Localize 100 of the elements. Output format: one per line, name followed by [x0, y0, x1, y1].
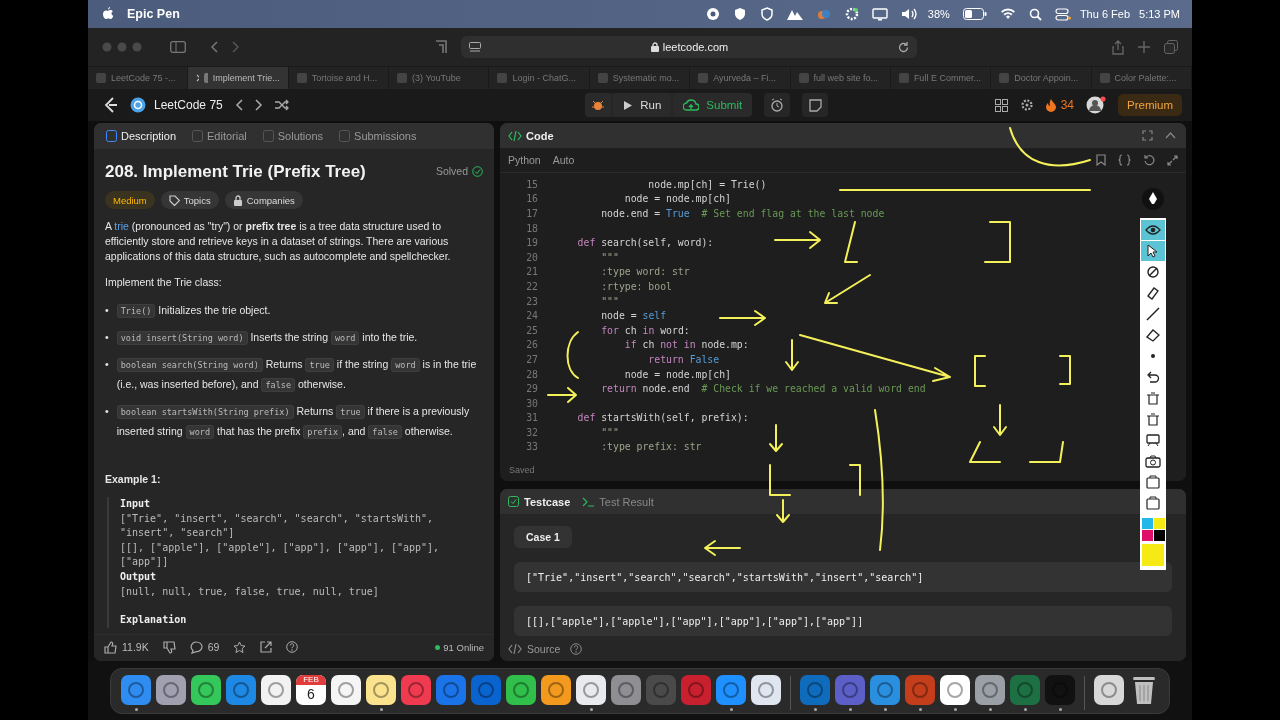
shield-icon[interactable]: [732, 7, 747, 21]
color-swatch[interactable]: [1153, 518, 1165, 529]
line-number: 22: [525, 280, 539, 292]
share-icon[interactable]: [1112, 39, 1124, 55]
calendar-icon[interactable]: FEB 6: [296, 674, 326, 705]
previous-icon[interactable]: [234, 99, 243, 111]
pen-nib-icon[interactable]: [1142, 188, 1164, 210]
premium-button[interactable]: Premium: [1118, 94, 1182, 116]
class-heading: Implement the Trie class:: [105, 275, 223, 290]
sidebar-icon[interactable]: [170, 41, 186, 53]
battery-icon[interactable]: [962, 8, 987, 20]
current-color-swatch[interactable]: [1142, 544, 1164, 566]
code-icon: [508, 130, 522, 141]
page-menu-icon[interactable]: [469, 41, 481, 53]
expand-icon[interactable]: [1167, 154, 1178, 166]
shuffle-icon[interactable]: [274, 99, 289, 111]
trash-icon[interactable]: [1132, 674, 1156, 705]
testcase-tab[interactable]: Testcase: [508, 495, 571, 508]
cursor-tool-button[interactable]: [1141, 241, 1165, 261]
app-icon[interactable]: [366, 674, 396, 705]
collapse-icon[interactable]: [1165, 132, 1176, 139]
problem-tab[interactable]: Solutions: [256, 130, 330, 142]
active-app-name[interactable]: Epic Pen: [127, 7, 180, 21]
study-plan-title[interactable]: LeetCode 75: [154, 98, 223, 112]
app-icon[interactable]: [940, 674, 970, 705]
submit-button[interactable]: Submit: [673, 93, 753, 117]
list-bullet: •: [105, 357, 109, 372]
checkbox-icon: [508, 496, 519, 507]
case-tab[interactable]: Case 1: [514, 526, 572, 548]
app-icon[interactable]: [576, 674, 606, 705]
code-line: for ch in word:: [600, 324, 690, 336]
testcase-input-field[interactable]: ["Trie","insert","search","search","startsWith","insert","search"]: [514, 562, 1172, 592]
dislike-button[interactable]: [162, 640, 176, 654]
app-icon[interactable]: [191, 674, 221, 705]
problem-tab[interactable]: Description: [100, 130, 183, 142]
reset-icon[interactable]: [1143, 154, 1155, 166]
menu-bar-date[interactable]: Thu 6 Feb: [1079, 8, 1131, 20]
color-swatch[interactable]: [1141, 530, 1153, 541]
debug-button[interactable]: [585, 93, 612, 117]
color-swatch[interactable]: [1141, 518, 1153, 529]
app-icon[interactable]: [751, 674, 781, 705]
bookmark-icon[interactable]: [1096, 154, 1106, 166]
eye-tool-button[interactable]: [1141, 220, 1165, 240]
run-button[interactable]: Run: [613, 93, 672, 117]
app-icon[interactable]: [156, 674, 186, 705]
line-number: 29: [525, 383, 539, 395]
timer-button[interactable]: [764, 93, 791, 117]
layout-icon[interactable]: [994, 98, 1008, 112]
auto-mode[interactable]: Auto: [552, 154, 575, 166]
problem-tab[interactable]: Submissions: [333, 130, 423, 142]
app-icon[interactable]: [506, 674, 536, 705]
back-icon[interactable]: [210, 41, 218, 53]
ink-arrow: [776, 499, 790, 523]
ink-arrow: [769, 424, 783, 452]
shield-icon[interactable]: [759, 7, 774, 21]
notes-button[interactable]: [802, 93, 829, 117]
share-icon[interactable]: [260, 641, 273, 653]
display-icon[interactable]: [871, 7, 888, 21]
braces-icon[interactable]: [1118, 154, 1131, 166]
help-icon[interactable]: [570, 643, 583, 655]
maximize-icon[interactable]: [1142, 130, 1153, 141]
trie-link[interactable]: trie: [114, 220, 129, 232]
testcase-tab[interactable]: Test Result: [582, 495, 654, 508]
language-selector[interactable]: Python: [508, 154, 541, 166]
search-icon[interactable]: [1028, 7, 1042, 21]
browser-tab[interactable]: Implement Trie...: [188, 67, 289, 89]
address-bar[interactable]: leetcode.com: [461, 36, 917, 58]
avatar-icon[interactable]: [1086, 96, 1106, 114]
close-icon[interactable]: [196, 74, 200, 82]
ink-arrow: [824, 274, 871, 304]
app-icon[interactable]: [541, 674, 571, 705]
tab-overview-icon[interactable]: [1164, 40, 1178, 54]
app-icon[interactable]: [331, 674, 361, 705]
record-icon[interactable]: [705, 7, 720, 21]
next-icon[interactable]: [254, 99, 263, 111]
apple-icon[interactable]: [102, 7, 114, 21]
volume-icon[interactable]: [900, 7, 919, 21]
comments-button[interactable]: 69: [189, 640, 220, 654]
like-button[interactable]: 11.9K: [104, 640, 149, 654]
testcase-input-field[interactable]: [[],["apple"],["apple"],["app"],["app"],["app"],["app"]]: [514, 606, 1172, 636]
new-tab-icon[interactable]: [1138, 41, 1150, 53]
app-icon[interactable]: [261, 674, 291, 705]
wifi-icon[interactable]: [999, 8, 1016, 20]
menu-bar-time[interactable]: 5:13 PM: [1139, 8, 1180, 20]
mountain-icon[interactable]: [786, 8, 803, 20]
streak-counter[interactable]: 34: [1045, 98, 1074, 112]
tag-chip[interactable]: Topics: [160, 191, 219, 209]
color-swatch[interactable]: [1153, 530, 1165, 541]
source-link[interactable]: Source: [508, 643, 561, 655]
help-icon[interactable]: [286, 641, 299, 653]
eraser-icon: [1145, 328, 1161, 342]
control-center-icon[interactable]: [1054, 7, 1071, 21]
tag-chip[interactable]: Companies: [224, 191, 303, 209]
logo-icon[interactable]: [104, 97, 118, 113]
app-icon[interactable]: [1094, 674, 1124, 705]
problem-tab[interactable]: Editorial: [186, 130, 253, 142]
code-line: return False: [647, 353, 720, 365]
reload-icon[interactable]: [898, 41, 909, 53]
star-icon[interactable]: [233, 640, 247, 654]
settings-icon[interactable]: [1019, 98, 1034, 112]
